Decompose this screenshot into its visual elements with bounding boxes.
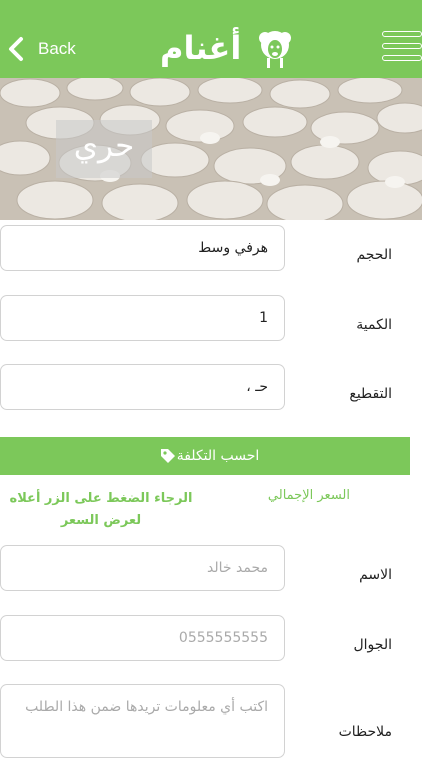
name-input[interactable]: محمد خالد <box>0 545 285 591</box>
notes-label: ملاحظات <box>338 724 392 740</box>
name-label: الاسم <box>359 567 392 583</box>
app-header: Back أغنام <box>0 0 422 78</box>
calculate-cost-label: احسب التكلفة <box>176 448 260 464</box>
hamburger-menu-icon[interactable] <box>382 31 422 65</box>
product-name-badge: حري <box>56 120 152 178</box>
total-price-message: الرجاء الضغط على الزر أعلاه لعرض السعر <box>9 491 193 528</box>
tag-icon <box>160 449 175 463</box>
mobile-input[interactable]: 0555555555 <box>0 615 285 661</box>
chevron-left-icon <box>9 37 23 61</box>
back-button[interactable]: Back <box>8 36 76 62</box>
size-label: الحجم <box>356 247 392 263</box>
quantity-label: الكمية <box>356 317 392 333</box>
total-price-label: السعر الإجمالي <box>267 488 350 503</box>
calculate-cost-button[interactable]: احسب التكلفة <box>0 437 410 475</box>
mobile-label: الجوال <box>353 637 393 653</box>
sheep-icon <box>259 31 291 68</box>
back-label: Back <box>38 39 76 58</box>
cutting-field[interactable]: حـ ، <box>0 364 285 410</box>
cutting-label: التقطيع <box>349 386 392 402</box>
app-title: أغنام <box>160 29 242 67</box>
size-field[interactable]: هرفي وسط <box>0 225 285 271</box>
notes-textarea[interactable]: اكتب أي معلومات تريدها ضمن هذا الطلب <box>0 684 285 758</box>
quantity-field[interactable]: 1 <box>0 295 285 341</box>
